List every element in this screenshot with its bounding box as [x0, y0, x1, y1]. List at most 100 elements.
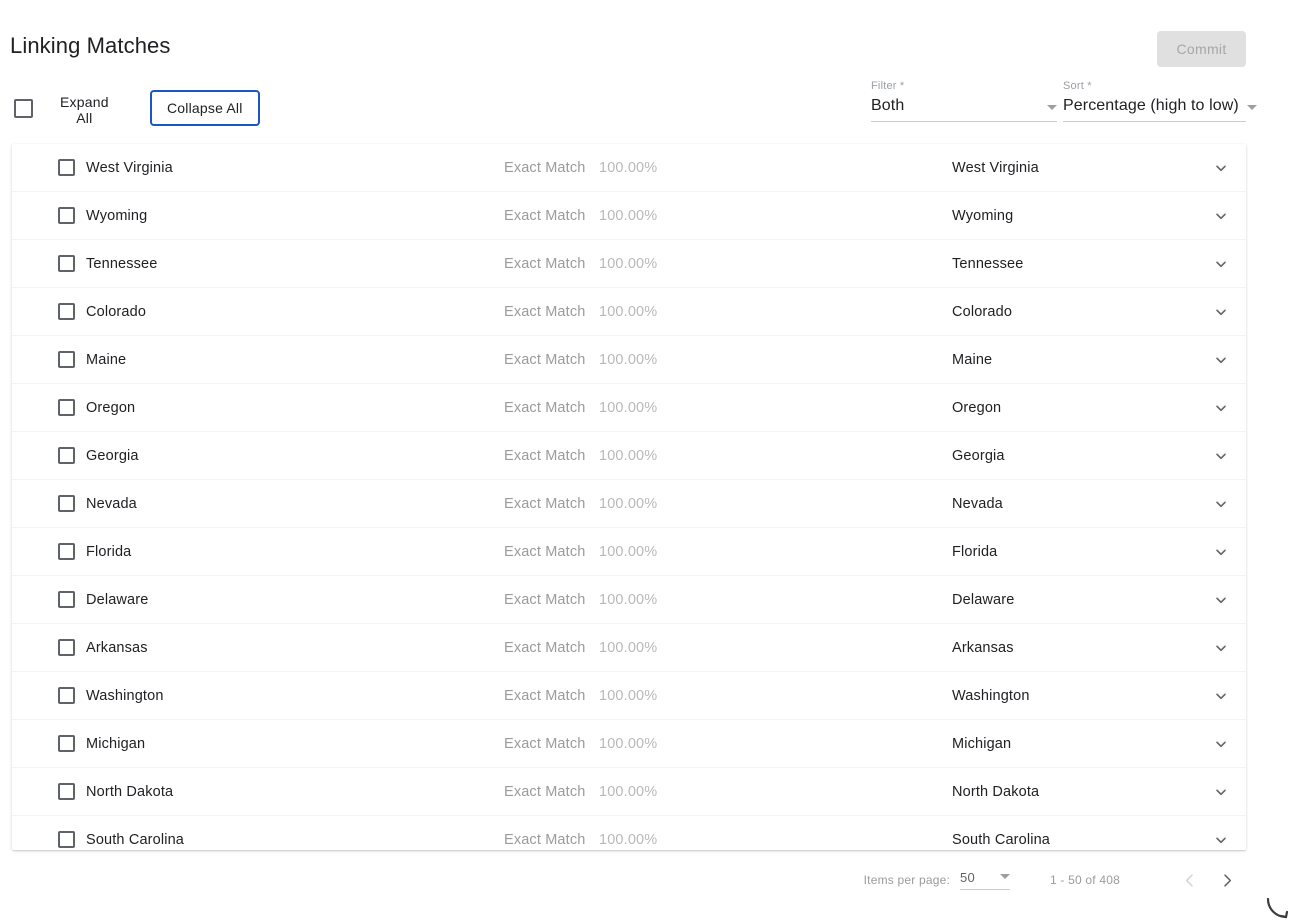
match-percentage: 100.00%: [599, 640, 657, 656]
filter-select[interactable]: Filter * Both: [871, 80, 1057, 122]
caret-down-icon: [1247, 105, 1257, 110]
filter-select-value: Both: [871, 96, 904, 115]
table-row[interactable]: ColoradoExact Match100.00%Colorado: [12, 288, 1246, 336]
target-name: Georgia: [952, 448, 1005, 464]
source-name: Delaware: [86, 592, 148, 608]
row-checkbox[interactable]: [58, 543, 75, 560]
chevron-down-icon[interactable]: [1212, 351, 1230, 369]
chevron-down-icon[interactable]: [1212, 399, 1230, 417]
chevron-down-icon[interactable]: [1212, 495, 1230, 513]
row-checkbox[interactable]: [58, 303, 75, 320]
page-range-label: 1 - 50 of 408: [1050, 873, 1120, 887]
chevron-down-icon[interactable]: [1212, 159, 1230, 177]
table-row[interactable]: FloridaExact Match100.00%Florida: [12, 528, 1246, 576]
target-name: Delaware: [952, 592, 1014, 608]
match-type: Exact Match: [504, 256, 585, 272]
chevron-down-icon[interactable]: [1212, 591, 1230, 609]
table-row[interactable]: DelawareExact Match100.00%Delaware: [12, 576, 1246, 624]
match-type: Exact Match: [504, 208, 585, 224]
chevron-left-icon: [1181, 872, 1198, 889]
match-type: Exact Match: [504, 496, 585, 512]
source-name: Arkansas: [86, 640, 148, 656]
sort-select-control[interactable]: Percentage (high to low): [1063, 96, 1246, 122]
row-checkbox[interactable]: [58, 207, 75, 224]
match-type: Exact Match: [504, 784, 585, 800]
table-row[interactable]: North DakotaExact Match100.00%North Dako…: [12, 768, 1246, 816]
table-row[interactable]: Arkansas Exact Match 100.00% Arkansas: [12, 624, 1246, 672]
table-row[interactable]: OregonExact Match100.00%Oregon: [12, 384, 1246, 432]
match-percentage: 100.00%: [599, 160, 657, 176]
page-size-value: 50: [960, 870, 975, 885]
commit-button[interactable]: Commit: [1157, 31, 1246, 67]
row-checkbox[interactable]: [58, 783, 75, 800]
filter-select-label: Filter *: [871, 80, 1057, 93]
target-name: Nevada: [952, 496, 1003, 512]
table-row[interactable]: NevadaExact Match100.00%Nevada: [12, 480, 1246, 528]
match-percentage: 100.00%: [599, 256, 657, 272]
row-checkbox[interactable]: [58, 399, 75, 416]
row-checkbox[interactable]: [58, 447, 75, 464]
page-title: Linking Matches: [10, 31, 170, 61]
table-row[interactable]: MaineExact Match100.00%Maine: [12, 336, 1246, 384]
source-name: West Virginia: [86, 160, 173, 176]
chevron-down-icon[interactable]: [1212, 255, 1230, 273]
match-type: Exact Match: [504, 640, 585, 656]
table-row[interactable]: WashingtonExact Match100.00%Washington: [12, 672, 1246, 720]
table-row[interactable]: MichiganExact Match100.00%Michigan: [12, 720, 1246, 768]
sort-select-value: Percentage (high to low): [1063, 96, 1239, 115]
table-row[interactable]: GeorgiaExact Match100.00%Georgia: [12, 432, 1246, 480]
chevron-down-icon[interactable]: [1212, 831, 1230, 849]
match-percentage: 100.00%: [599, 784, 657, 800]
expand-all-button[interactable]: Expand All: [48, 92, 121, 128]
page-size-select[interactable]: 50: [960, 870, 1010, 890]
match-percentage: 100.00%: [599, 496, 657, 512]
chevron-down-icon[interactable]: [1212, 543, 1230, 561]
match-percentage: 100.00%: [599, 304, 657, 320]
target-name: North Dakota: [952, 784, 1039, 800]
source-name: South Carolina: [86, 832, 184, 848]
sort-select[interactable]: Sort * Percentage (high to low): [1063, 80, 1246, 122]
chevron-down-icon[interactable]: [1212, 783, 1230, 801]
row-checkbox[interactable]: [58, 591, 75, 608]
chevron-down-icon[interactable]: [1212, 303, 1230, 321]
match-percentage: 100.00%: [599, 208, 657, 224]
table-row[interactable]: West VirginiaExact Match100.00%West Virg…: [12, 144, 1246, 192]
chevron-down-icon[interactable]: [1212, 639, 1230, 657]
target-name: Washington: [952, 688, 1030, 704]
table-row[interactable]: South CarolinaExact Match100.00%South Ca…: [12, 816, 1246, 850]
match-percentage: 100.00%: [599, 544, 657, 560]
match-type: Exact Match: [504, 688, 585, 704]
row-checkbox[interactable]: [58, 687, 75, 704]
target-name: Arkansas: [952, 640, 1014, 656]
chevron-down-icon[interactable]: [1212, 735, 1230, 753]
match-list[interactable]: West Virginia Exact Match 100.00% West Virg…: [12, 144, 1246, 850]
chevron-right-icon: [1219, 872, 1236, 889]
row-checkbox[interactable]: [58, 351, 75, 368]
table-row[interactable]: WyomingExact Match100.00%Wyoming: [12, 192, 1246, 240]
previous-page-button[interactable]: [1170, 861, 1208, 899]
source-name: Florida: [86, 544, 131, 560]
source-name: Michigan: [86, 736, 145, 752]
row-checkbox[interactable]: [58, 831, 75, 848]
row-checkbox[interactable]: [58, 495, 75, 512]
next-page-button[interactable]: [1208, 861, 1246, 899]
select-all-checkbox[interactable]: [14, 99, 33, 118]
row-checkbox[interactable]: [58, 639, 75, 656]
target-name: West Virginia: [952, 160, 1039, 176]
chevron-down-icon[interactable]: [1212, 687, 1230, 705]
match-type: Exact Match: [504, 448, 585, 464]
table-row[interactable]: TennesseeExact Match100.00%Tennessee: [12, 240, 1246, 288]
chevron-down-icon[interactable]: [1212, 207, 1230, 225]
collapse-all-button[interactable]: Collapse All: [150, 90, 260, 126]
match-percentage: 100.00%: [599, 832, 657, 848]
row-checkbox[interactable]: [58, 255, 75, 272]
row-checkbox[interactable]: [58, 735, 75, 752]
chevron-down-icon[interactable]: [1212, 447, 1230, 465]
target-name: Wyoming: [952, 208, 1013, 224]
source-name: Georgia: [86, 448, 139, 464]
match-type: Exact Match: [504, 832, 585, 848]
filter-select-control[interactable]: Both: [871, 96, 1057, 122]
target-name: Florida: [952, 544, 997, 560]
row-checkbox[interactable]: [58, 159, 75, 176]
caret-down-icon: [1000, 874, 1010, 879]
